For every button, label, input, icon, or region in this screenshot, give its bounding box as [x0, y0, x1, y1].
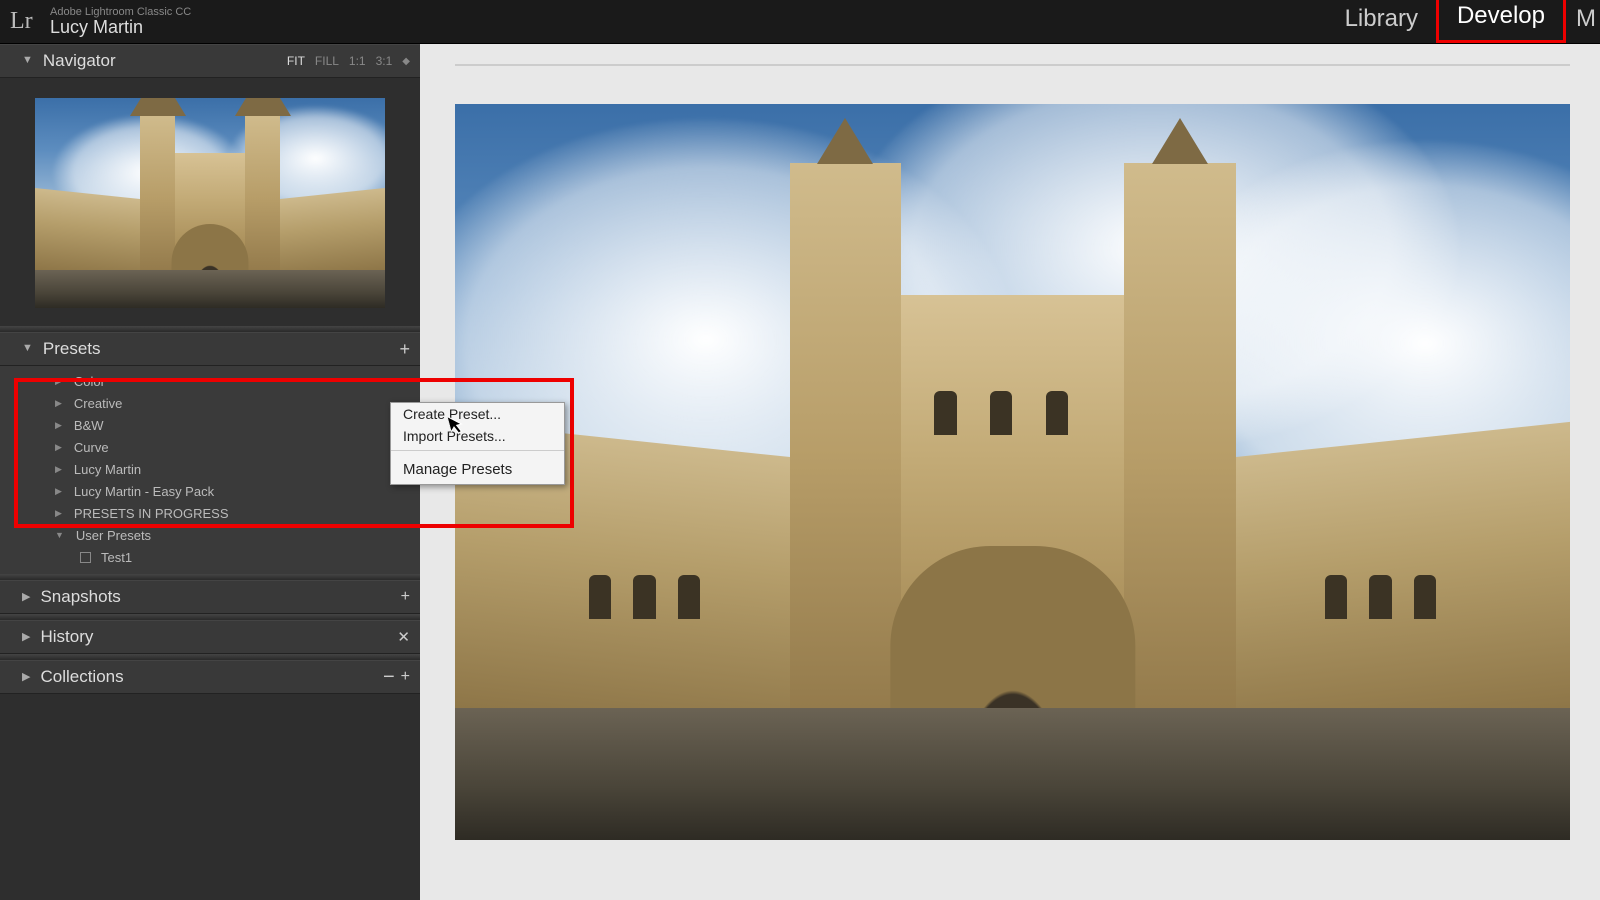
- remove-collection-button[interactable]: −: [383, 666, 395, 689]
- collapsed-triangle-icon[interactable]: ▶: [22, 670, 30, 683]
- presets-context-menu: Create Preset... Import Presets... Manag…: [390, 402, 565, 485]
- collapsed-triangle-icon: ▶: [55, 508, 62, 519]
- menu-separator: [391, 450, 564, 451]
- preset-folder-creative[interactable]: ▶ Creative: [0, 392, 420, 414]
- preset-folder-label: Creative: [74, 396, 122, 411]
- app-logo: Lr: [10, 8, 50, 35]
- preset-folder-in-progress[interactable]: ▶ PRESETS IN PROGRESS: [0, 502, 420, 524]
- navigator-thumbnail[interactable]: [35, 98, 385, 308]
- add-snapshot-button[interactable]: +: [401, 588, 410, 606]
- presets-list: ▶ Color ▶ Creative ▶ B&W ▶ Curve ▶ Lucy Marti…: [0, 366, 420, 574]
- canvas-area: [420, 44, 1600, 900]
- navigator-thumbnail-wrap: [0, 78, 420, 326]
- collections-title: Collections: [40, 667, 123, 687]
- add-preset-button[interactable]: +: [399, 339, 410, 360]
- preset-folder-lucy-martin[interactable]: ▶ Lucy Martin: [0, 458, 420, 480]
- snapshots-title: Snapshots: [40, 587, 120, 607]
- preset-folder-label: Lucy Martin - Easy Pack: [74, 484, 214, 499]
- snapshots-panel-header[interactable]: ▶ Snapshots +: [0, 580, 420, 614]
- module-tabs: Library Develop M: [1327, 0, 1600, 43]
- preset-folder-label: PRESETS IN PROGRESS: [74, 506, 229, 521]
- zoom-1-1[interactable]: 1:1: [349, 54, 366, 68]
- menu-manage-presets[interactable]: Manage Presets: [391, 454, 564, 484]
- main-image-preview[interactable]: [455, 104, 1570, 840]
- collapsed-triangle-icon: ▶: [55, 486, 62, 497]
- identity-plate: Lucy Martin: [50, 18, 191, 38]
- collapsed-triangle-icon: ▶: [55, 376, 62, 387]
- expanded-triangle-icon: ▼: [55, 530, 64, 540]
- preset-folder-label: User Presets: [76, 528, 151, 543]
- preset-folder-label: Curve: [74, 440, 109, 455]
- preset-folder-bw[interactable]: ▶ B&W: [0, 414, 420, 436]
- zoom-fit[interactable]: FIT: [287, 54, 305, 68]
- disclosure-triangle-icon[interactable]: ▼: [22, 54, 33, 66]
- zoom-3-1[interactable]: 3:1: [376, 54, 393, 68]
- clear-history-button[interactable]: ✕: [397, 628, 410, 646]
- title-stack: Adobe Lightroom Classic CC Lucy Martin: [50, 6, 191, 38]
- disclosure-triangle-icon[interactable]: ▼: [22, 342, 33, 354]
- preset-folder-curve[interactable]: ▶ Curve: [0, 436, 420, 458]
- toolbar-divider: [455, 64, 1570, 66]
- main-area: ▼ Navigator FIT FILL 1:1 3:1 ◆: [0, 44, 1600, 900]
- preset-item-test1[interactable]: Test1: [0, 546, 420, 568]
- collapsed-triangle-icon[interactable]: ▶: [22, 590, 30, 603]
- preset-folder-label: B&W: [74, 418, 104, 433]
- menu-create-preset[interactable]: Create Preset...: [391, 403, 564, 425]
- navigator-zoom-options: FIT FILL 1:1 3:1 ◆: [287, 54, 410, 68]
- preset-folder-label: Color: [74, 374, 105, 389]
- presets-panel-header[interactable]: ▼ Presets +: [0, 332, 420, 366]
- zoom-more-icon[interactable]: ◆: [402, 56, 410, 67]
- collapsed-triangle-icon: ▶: [55, 442, 62, 453]
- titlebar: Lr Adobe Lightroom Classic CC Lucy Marti…: [0, 0, 1600, 44]
- preset-folder-user-presets[interactable]: ▼ User Presets: [0, 524, 420, 546]
- app-name: Adobe Lightroom Classic CC: [50, 6, 191, 18]
- collections-panel-header[interactable]: ▶ Collections − +: [0, 660, 420, 694]
- collapsed-triangle-icon[interactable]: ▶: [22, 630, 30, 643]
- preset-folder-label: Lucy Martin: [74, 462, 141, 477]
- collapsed-triangle-icon: ▶: [55, 398, 62, 409]
- preset-item-label: Test1: [101, 550, 132, 565]
- collapsed-triangle-icon: ▶: [55, 420, 62, 431]
- tab-more-cut[interactable]: M: [1566, 0, 1600, 43]
- collapsed-triangle-icon: ▶: [55, 464, 62, 475]
- left-sidebar: ▼ Navigator FIT FILL 1:1 3:1 ◆: [0, 44, 420, 900]
- preset-folder-color[interactable]: ▶ Color: [0, 370, 420, 392]
- presets-title: Presets: [43, 339, 101, 359]
- preset-folder-easy-pack[interactable]: ▶ Lucy Martin - Easy Pack: [0, 480, 420, 502]
- menu-import-presets[interactable]: Import Presets...: [391, 425, 564, 447]
- tab-library[interactable]: Library: [1327, 0, 1436, 43]
- history-panel-header[interactable]: ▶ History ✕: [0, 620, 420, 654]
- add-collection-button[interactable]: +: [401, 668, 410, 686]
- preset-icon: [80, 552, 91, 563]
- history-title: History: [40, 627, 93, 647]
- navigator-panel-header[interactable]: ▼ Navigator FIT FILL 1:1 3:1 ◆: [0, 44, 420, 78]
- navigator-title: Navigator: [43, 51, 116, 71]
- zoom-fill[interactable]: FILL: [315, 54, 339, 68]
- tab-develop[interactable]: Develop: [1436, 0, 1566, 43]
